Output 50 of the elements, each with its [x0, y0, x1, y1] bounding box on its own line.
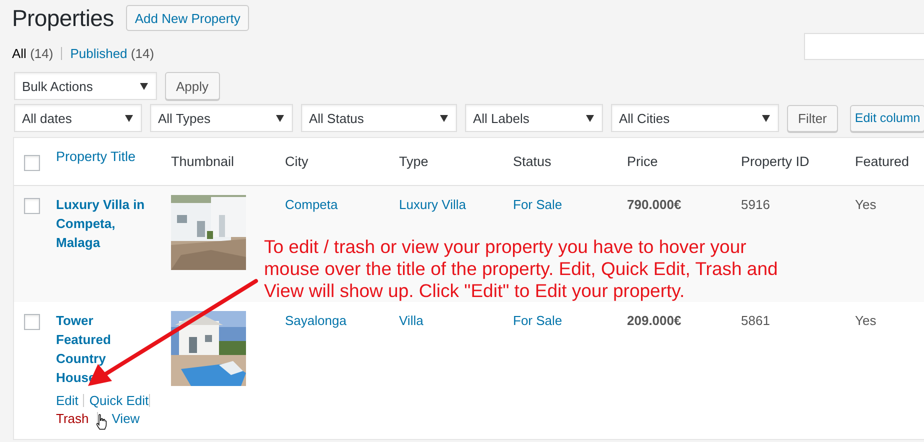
column-header: City — [285, 154, 308, 169]
type-link[interactable]: Villa — [399, 313, 424, 328]
search-field[interactable] — [804, 32, 924, 60]
city-link[interactable]: Sayalonga — [285, 313, 346, 328]
hand-cursor-icon — [96, 414, 107, 430]
price-cell: 209.000€ — [627, 313, 682, 328]
column-header[interactable]: Property Title — [56, 149, 136, 164]
row-action-link[interactable]: Edit — [56, 393, 78, 408]
status-link[interactable]: For Sale — [513, 313, 562, 328]
view-filter-link[interactable]: Published (14) — [70, 46, 154, 60]
apply-button[interactable]: Apply — [165, 72, 220, 100]
column-header: Type — [399, 154, 428, 169]
dropdown[interactable]: All Cities — [611, 104, 779, 132]
column-header: Featured — [855, 154, 910, 169]
caret-icon — [586, 114, 594, 122]
row-action-link[interactable]: Quick Edit — [89, 393, 149, 408]
row-action-link[interactable]: Trash — [56, 411, 89, 426]
filter-button[interactable]: Filter — [787, 104, 838, 132]
dropdown[interactable]: All Labels — [465, 104, 603, 132]
property-id-cell: 5861 — [741, 313, 770, 328]
select-all-checkbox[interactable] — [24, 154, 40, 170]
price-cell: 790.000€ — [627, 197, 682, 212]
caret-icon — [440, 114, 448, 122]
row-checkbox[interactable] — [24, 314, 40, 330]
edit-columns-button[interactable]: Edit column — [850, 104, 924, 132]
caret-icon — [276, 114, 284, 122]
page-title: Properties — [12, 4, 114, 32]
row-checkbox[interactable] — [24, 198, 40, 214]
dropdown[interactable]: All Status — [301, 104, 457, 132]
column-header: Status — [513, 154, 552, 169]
dropdown[interactable]: All Types — [150, 104, 293, 132]
column-header: Price — [627, 154, 658, 169]
featured-cell: Yes — [855, 313, 876, 328]
instruction-note: To edit / trash or view your property you have to hover your mouse over the title of the property. Edit, Quick Edit, Trash and View will show up. Click "Edit" to Edit your property. — [264, 236, 778, 302]
caret-icon — [140, 82, 148, 90]
property-title-link[interactable]: Luxury Villa in Competa, Malaga — [56, 195, 146, 252]
city-link[interactable]: Competa — [285, 197, 338, 212]
property-id-cell: 5916 — [741, 197, 770, 212]
type-link[interactable]: Luxury Villa — [399, 197, 466, 212]
dropdown[interactable]: Bulk Actions — [14, 72, 157, 100]
view-filter-link[interactable]: All (14) — [12, 46, 54, 60]
featured-cell: Yes — [855, 197, 876, 212]
dropdown[interactable]: All dates — [14, 104, 142, 132]
row-action-link[interactable]: View — [112, 411, 140, 426]
add-new-property-button[interactable]: Add New Property — [126, 5, 250, 31]
status-link[interactable]: For Sale — [513, 197, 562, 212]
caret-icon — [762, 114, 770, 122]
column-header: Property ID — [741, 154, 810, 169]
caret-icon — [125, 114, 133, 122]
column-header: Thumbnail — [171, 154, 234, 169]
